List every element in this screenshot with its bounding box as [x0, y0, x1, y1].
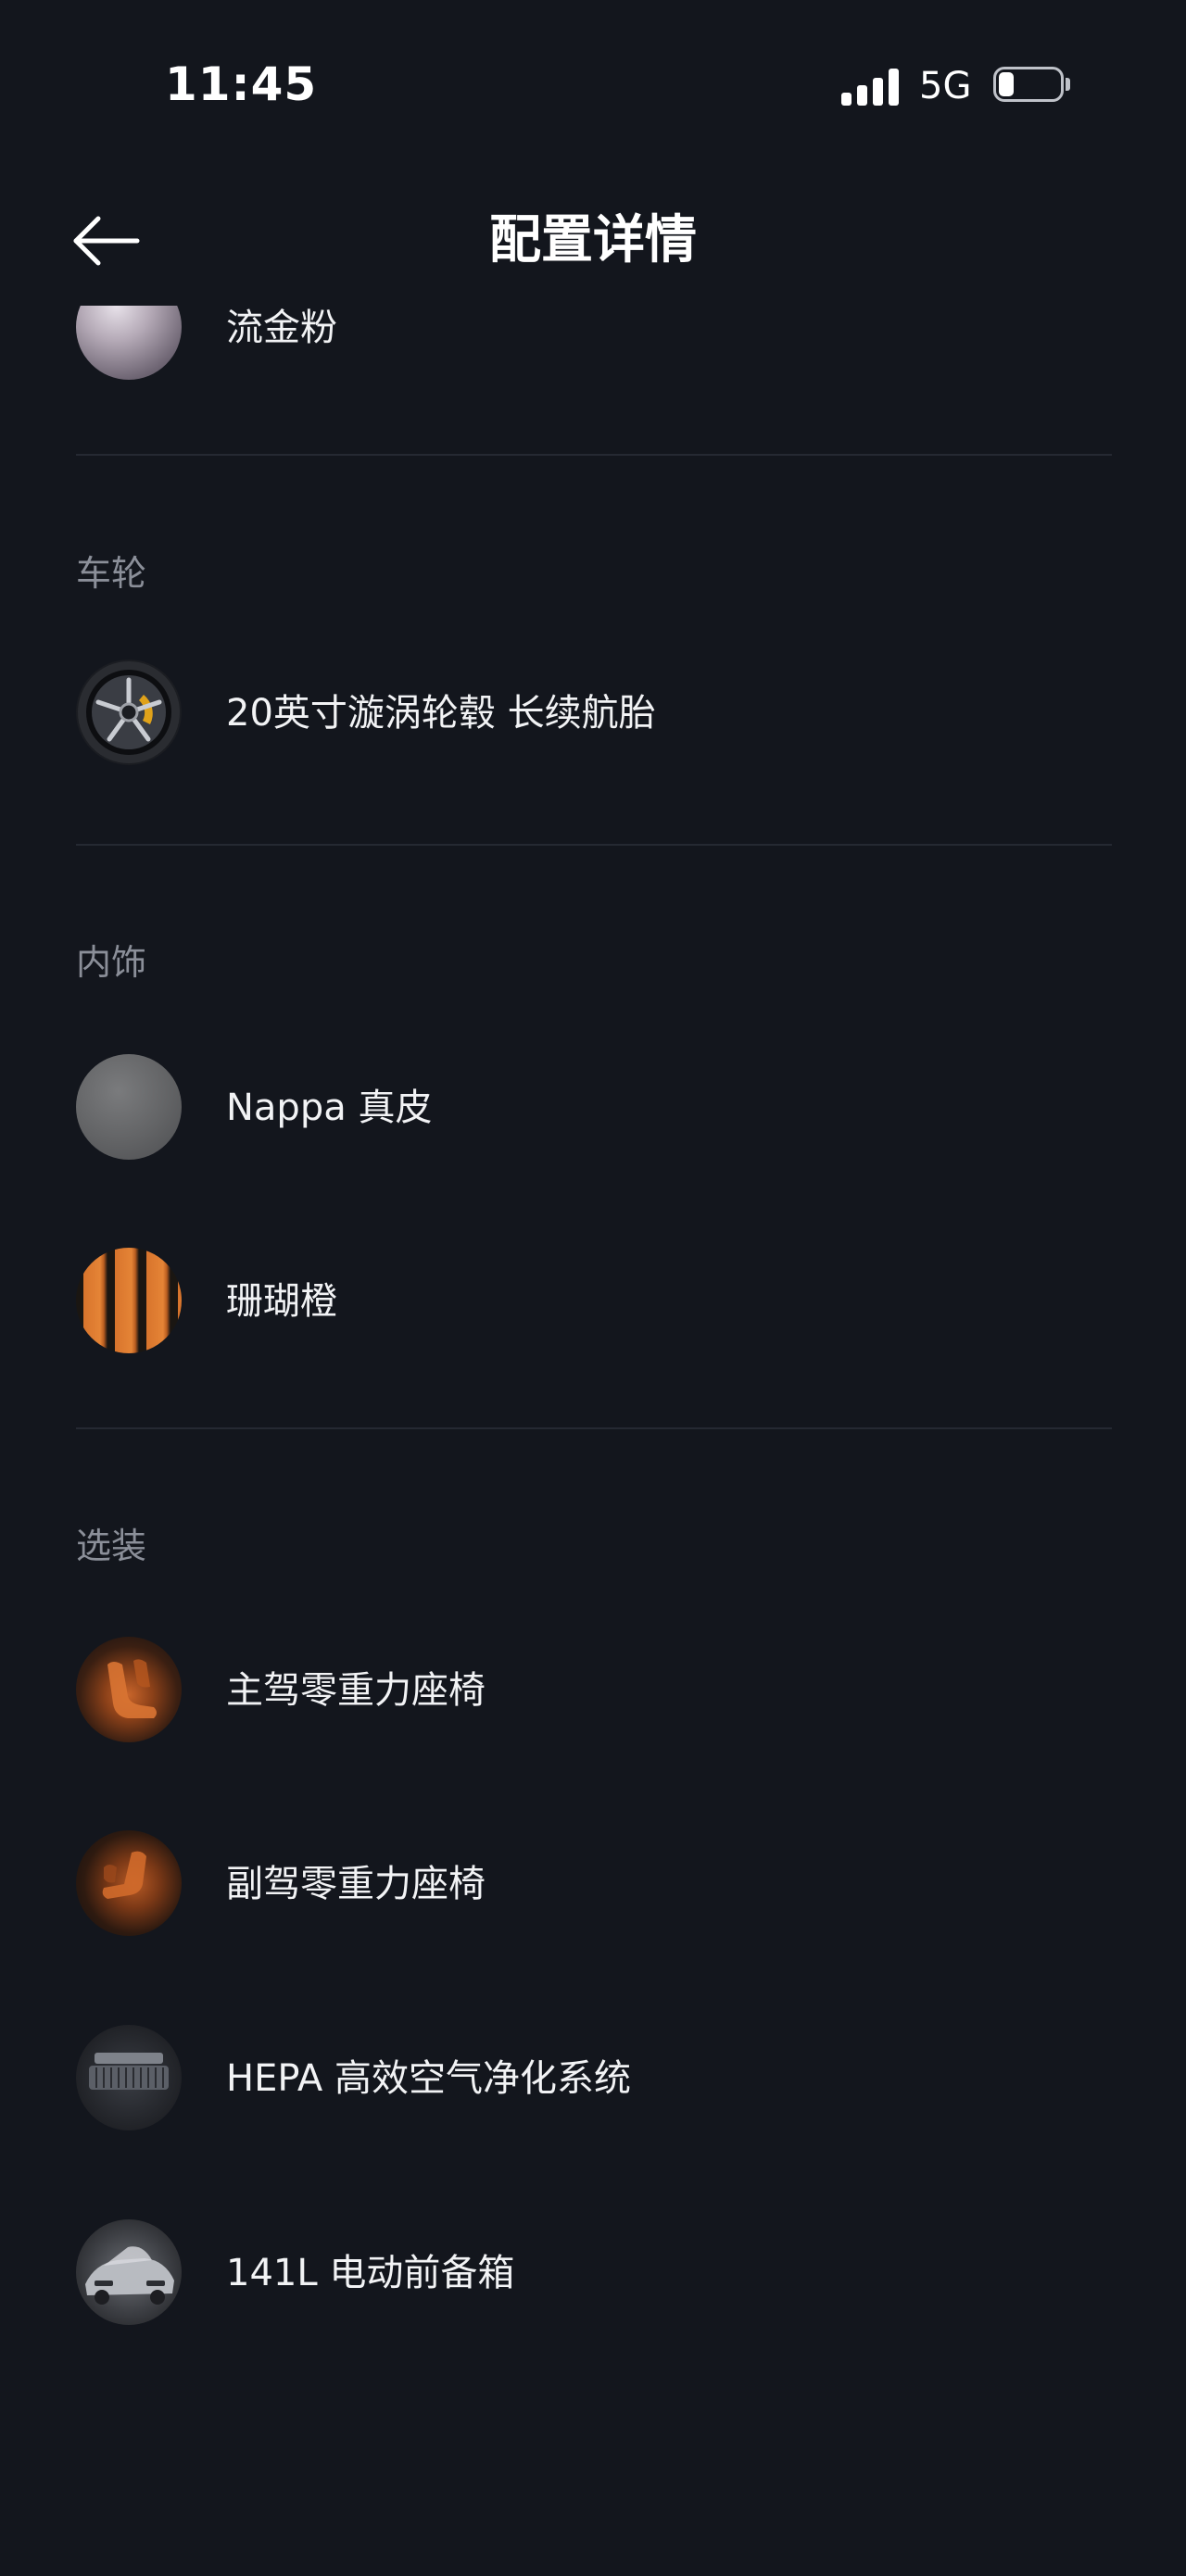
arrow-left-icon	[73, 216, 140, 266]
battery-level	[999, 72, 1014, 96]
list-item-leather[interactable]: Nappa 真皮	[76, 1054, 1114, 1162]
list-item-label: 副驾零重力座椅	[226, 1863, 486, 1905]
list-item-label: 主驾零重力座椅	[226, 1669, 486, 1712]
list-item-driver-seat[interactable]: 主驾零重力座椅	[76, 1637, 1114, 1744]
back-button[interactable]	[65, 204, 148, 278]
list-item-label: HEPA 高效空气净化系统	[226, 2057, 631, 2100]
wheel-icon	[76, 660, 182, 765]
list-item-interior-color[interactable]: 珊瑚橙	[76, 1248, 1114, 1355]
divider	[76, 454, 1112, 456]
status-time: 11:45	[165, 57, 318, 111]
section-title-options: 选装	[76, 1526, 147, 1566]
leather-swatch-icon	[76, 1054, 182, 1160]
divider	[76, 844, 1112, 846]
list-item-wheel[interactable]: 20英寸漩涡轮毂 长续航胎	[76, 660, 1114, 767]
divider	[76, 1427, 1112, 1429]
leather-swatch-orange-icon	[76, 1248, 182, 1353]
network-type: 5G	[919, 65, 972, 107]
list-item-frunk[interactable]: 141L 电动前备箱	[76, 2219, 1114, 2327]
navigation-header: 配置详情	[0, 176, 1186, 306]
section-title-interior: 内饰	[76, 942, 147, 983]
air-filter-icon	[76, 2025, 182, 2130]
status-bar: 11:45 5G	[0, 0, 1186, 176]
signal-strength-icon	[841, 69, 901, 106]
list-item-label: Nappa 真皮	[226, 1087, 433, 1129]
section-title-wheels: 车轮	[76, 553, 147, 594]
list-item-label: 141L 电动前备箱	[226, 2252, 515, 2294]
page-title: 配置详情	[489, 210, 697, 270]
list-item-hepa[interactable]: HEPA 高效空气净化系统	[76, 2025, 1114, 2132]
list-item-passenger-seat[interactable]: 副驾零重力座椅	[76, 1830, 1114, 1938]
list-item-label: 珊瑚橙	[226, 1280, 337, 1323]
seat-icon	[76, 1830, 182, 1936]
list-item-label: 20英寸漩涡轮毂 长续航胎	[226, 692, 656, 735]
battery-icon	[993, 67, 1070, 104]
front-trunk-icon	[76, 2219, 182, 2325]
seat-icon	[76, 1637, 182, 1742]
